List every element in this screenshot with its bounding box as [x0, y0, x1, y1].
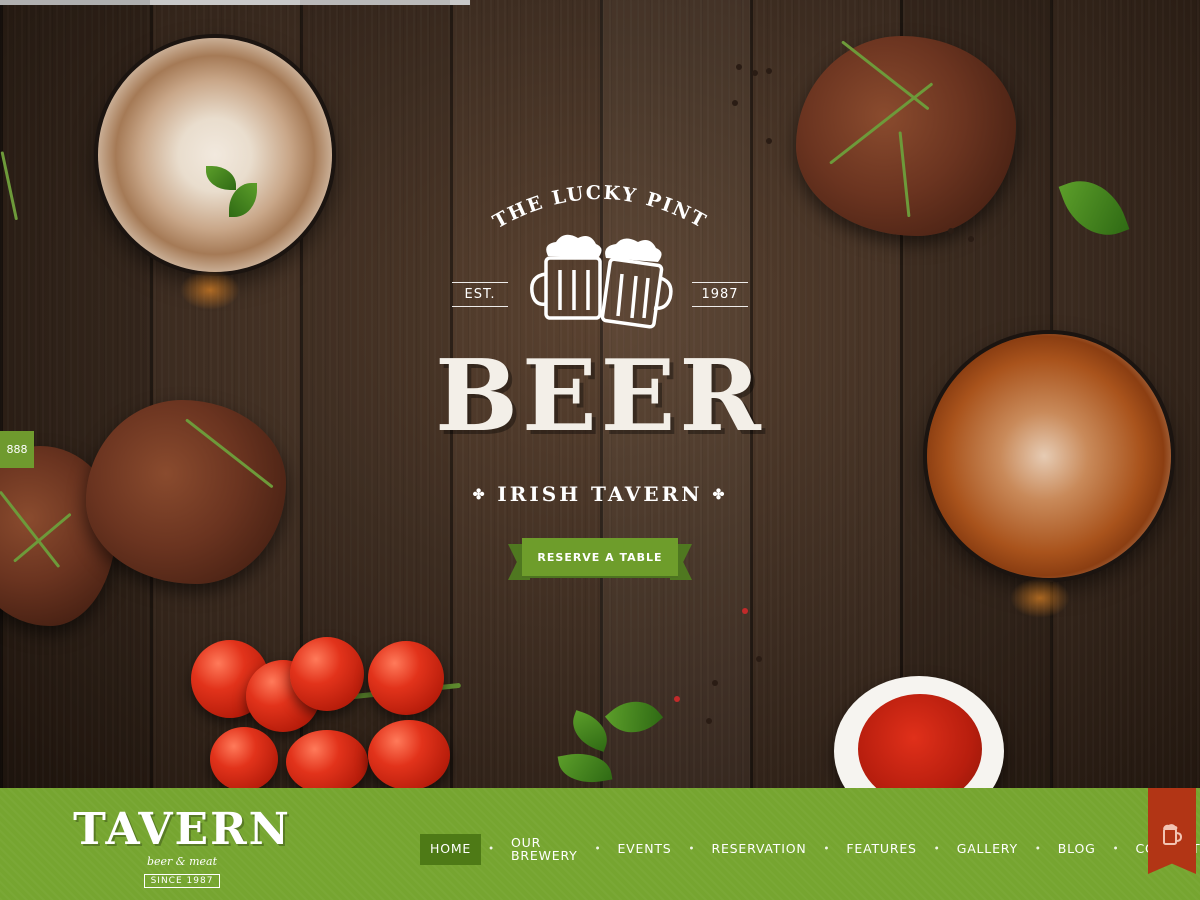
glass-glow	[1010, 578, 1070, 618]
stout-glass-image	[98, 38, 332, 272]
hero-title: BEER	[435, 339, 765, 454]
reserve-button-wrapper: RESERVE A TABLE	[508, 536, 692, 584]
peppercorn	[766, 138, 772, 144]
nav-separator: •	[1034, 844, 1041, 855]
peppercorn	[732, 100, 738, 106]
logo-since: SINCE 1987	[143, 874, 221, 888]
clover-icon: ✤	[472, 487, 488, 503]
peppercorn	[948, 228, 954, 234]
nav-reservation[interactable]: RESERVATION	[701, 834, 816, 865]
main-nav: HOME • OUR BREWERY • EVENTS • RESERVATIO…	[420, 828, 1200, 871]
peppercorn	[742, 608, 748, 614]
peppercorn	[756, 656, 762, 662]
nav-blog[interactable]: BLOG	[1048, 834, 1106, 865]
reserve-table-button[interactable]: RESERVE A TABLE	[522, 538, 678, 576]
hero-section: 888 THE LUCKY PINT EST. 1987 BEER ✤ IRIS…	[0, 0, 1200, 788]
nav-separator: •	[488, 844, 495, 855]
basil-leaf	[1058, 169, 1130, 247]
tomato-image	[210, 727, 278, 788]
nav-features[interactable]: FEATURES	[836, 834, 926, 865]
est-label: EST.	[452, 282, 508, 307]
clover-icon: ✤	[712, 487, 728, 503]
tomato-image	[286, 730, 368, 788]
steak-image	[86, 400, 286, 584]
peppercorn	[706, 718, 712, 724]
hero-subtitle-row: ✤ IRISH TAVERN ✤	[400, 482, 800, 506]
nav-separator: •	[823, 844, 830, 855]
peppercorn	[712, 680, 718, 686]
peppercorn	[674, 696, 680, 702]
tomato-image	[368, 720, 450, 788]
beer-mugs-icon	[530, 234, 673, 329]
nav-separator: •	[688, 844, 695, 855]
peppercorn	[752, 70, 758, 76]
logo-name: TAVERN	[73, 804, 291, 855]
amber-beer-glass-image	[927, 334, 1171, 578]
est-year: 1987	[692, 282, 748, 307]
peppercorn	[766, 68, 772, 74]
side-tab[interactable]: 888	[0, 431, 34, 468]
hero-subtitle: IRISH TAVERN	[497, 482, 703, 506]
tavern-logo[interactable]: TAVERN beer & meat SINCE 1987	[62, 808, 302, 888]
nav-separator: •	[594, 844, 601, 855]
beer-mug-icon[interactable]	[1162, 824, 1182, 846]
nav-separator: •	[1112, 844, 1119, 855]
nav-events[interactable]: EVENTS	[607, 834, 681, 865]
tomato-image	[368, 641, 444, 715]
peppercorn	[968, 236, 974, 242]
nav-separator: •	[933, 844, 940, 855]
peppercorn	[736, 64, 742, 70]
side-tab-label: 888	[6, 443, 28, 456]
hero-badge: THE LUCKY PINT EST. 1987 BEER ✤ IRISH TA…	[400, 170, 800, 590]
glass-glow	[180, 270, 240, 310]
nav-our-brewery[interactable]: OUR BREWERY	[501, 828, 588, 871]
logo-subtitle: beer & meat	[146, 855, 218, 868]
main-navbar: TAVERN beer & meat SINCE 1987 HOME • OUR…	[0, 788, 1200, 900]
nav-home[interactable]: HOME	[420, 834, 482, 865]
tomato-image	[290, 637, 364, 711]
nav-gallery[interactable]: GALLERY	[947, 834, 1028, 865]
